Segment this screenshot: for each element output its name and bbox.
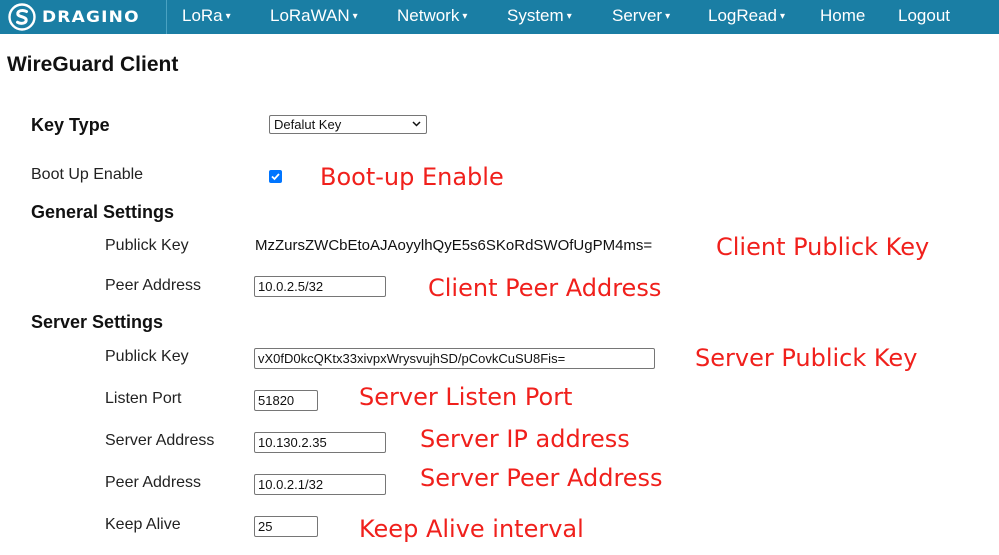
nav-item-lora[interactable]: LoRa ▾ [182, 0, 231, 34]
general-settings-heading: General Settings [31, 202, 175, 222]
key-type-select[interactable]: Defalut Key [269, 115, 427, 134]
listen-port-input[interactable] [254, 390, 318, 411]
nav-label: LogRead [708, 6, 778, 25]
checkmark-icon [271, 173, 280, 181]
server-publick-key-label: Publick Key [105, 348, 189, 365]
annotation-client-key: Client Publick Key [716, 233, 930, 261]
nav-item-network[interactable]: Network ▾ [397, 0, 467, 34]
client-publick-key-label: Publick Key [105, 237, 189, 254]
nav-label: System [507, 6, 564, 25]
nav-label: Logout [898, 6, 950, 25]
logo-text: DRAGINO [42, 7, 140, 27]
top-nav-bar: DRAGINO LoRa ▾ LoRaWAN ▾ Network ▾ System ▾ … [0, 0, 999, 34]
caret-down-icon: ▾ [566, 11, 572, 22]
server-address-label: Server Address [105, 432, 215, 449]
annotation-server-peer: Server Peer Address [420, 464, 663, 492]
client-peer-address-label: Peer Address [105, 277, 202, 294]
page-title: WireGuard Client [7, 53, 179, 76]
listen-port-label: Listen Port [105, 390, 182, 407]
nav-label: Server [612, 6, 663, 25]
nav-item-home[interactable]: Home [820, 0, 865, 34]
annotation-client-peer: Client Peer Address [428, 274, 662, 302]
key-type-selected: Defalut Key [274, 117, 342, 132]
server-settings-heading: Server Settings [31, 312, 164, 332]
server-publick-key-input[interactable] [254, 348, 655, 369]
dragino-logo-icon [8, 3, 36, 31]
nav-item-server[interactable]: Server ▾ [612, 0, 670, 34]
dragino-logo[interactable]: DRAGINO [0, 0, 167, 34]
caret-down-icon: ▾ [225, 11, 231, 22]
caret-down-icon: ▾ [780, 11, 786, 22]
nav-label: Home [820, 6, 866, 25]
caret-down-icon: ▾ [352, 11, 358, 22]
annotation-server-ip: Server IP address [420, 425, 630, 453]
boot-up-checkbox[interactable] [269, 170, 282, 183]
nav-label: LoRa [182, 6, 223, 25]
annotation-keep-alive: Keep Alive interval [359, 515, 584, 543]
nav-item-logread[interactable]: LogRead ▾ [708, 0, 785, 34]
keep-alive-input[interactable] [254, 516, 318, 537]
nav-item-system[interactable]: System ▾ [507, 0, 572, 34]
nav-item-lorawan[interactable]: LoRaWAN ▾ [270, 0, 358, 34]
nav-label: Network [397, 6, 460, 25]
nav-item-logout[interactable]: Logout [898, 0, 950, 34]
client-peer-address-input[interactable] [254, 276, 386, 297]
server-address-input[interactable] [254, 432, 386, 453]
caret-down-icon: ▾ [462, 11, 468, 22]
nav-label: LoRaWAN [270, 6, 350, 25]
key-type-label: Key Type [31, 115, 110, 135]
caret-down-icon: ▾ [665, 11, 671, 22]
server-peer-address-input[interactable] [254, 474, 386, 495]
server-peer-address-label: Peer Address [105, 474, 202, 491]
keep-alive-label: Keep Alive [105, 516, 181, 533]
client-publick-key-value: MzZursZWCbEtoAJAoyylhQyE5s6SKoRdSWOfUgPM… [255, 237, 653, 254]
annotation-server-port: Server Listen Port [359, 383, 573, 411]
annotation-boot-up: Boot-up Enable [320, 163, 504, 191]
boot-up-label: Boot Up Enable [31, 166, 144, 183]
chevron-down-icon [412, 121, 421, 127]
annotation-server-key: Server Publick Key [695, 344, 918, 372]
